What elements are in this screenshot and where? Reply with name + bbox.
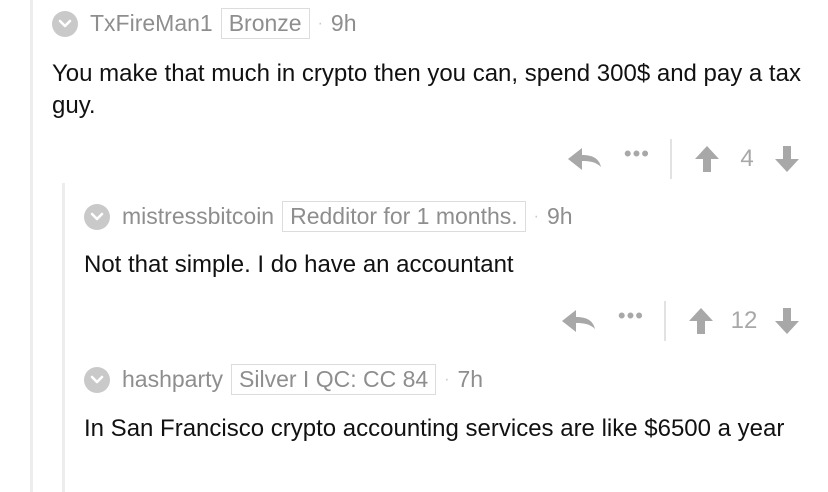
separator-dot: · (533, 207, 539, 225)
actions-divider (670, 139, 672, 179)
user-flair: Redditor for 1 months. (282, 201, 526, 232)
score: 4 (740, 145, 754, 172)
user-flair: Silver I QC: CC 84 (231, 364, 437, 395)
collapse-chevron-icon[interactable] (84, 203, 110, 230)
actions-divider (664, 301, 666, 341)
comment-body: In San Francisco crypto accounting servi… (84, 415, 785, 442)
thread-line-nested (62, 183, 65, 492)
username[interactable]: TxFireMan1 (90, 10, 213, 37)
comment-meta: TxFireMan1 Bronze · 9h (52, 8, 357, 39)
comment-meta: hashparty Silver I QC: CC 84 · 7h (84, 364, 483, 395)
reply-icon[interactable] (567, 146, 602, 172)
comment-actions: ••• 4 (567, 137, 800, 181)
comment-meta: mistressbitcoin Redditor for 1 months. ·… (84, 201, 573, 232)
thread-line-root (30, 0, 33, 492)
collapse-chevron-icon[interactable] (52, 10, 78, 37)
comment-actions: ••• 12 (561, 299, 800, 343)
score: 12 (730, 307, 758, 334)
collapse-chevron-icon[interactable] (84, 366, 110, 393)
username[interactable]: mistressbitcoin (122, 203, 274, 230)
downvote-icon[interactable] (774, 307, 800, 335)
separator-dot: · (317, 14, 323, 32)
timestamp: 9h (547, 203, 573, 229)
upvote-icon[interactable] (688, 307, 714, 335)
timestamp: 9h (330, 10, 357, 36)
reply-icon[interactable] (561, 308, 596, 334)
comment-body: Not that simple. I do have an accountant (84, 251, 514, 278)
upvote-icon[interactable] (694, 145, 720, 173)
user-flair: Bronze (220, 8, 310, 39)
more-icon[interactable]: ••• (624, 143, 650, 165)
separator-dot: · (444, 370, 450, 388)
downvote-icon[interactable] (774, 145, 800, 173)
username[interactable]: hashparty (122, 366, 223, 393)
timestamp: 7h (457, 366, 484, 392)
comment-body: You make that much in crypto then you ca… (52, 60, 801, 119)
more-icon[interactable]: ••• (618, 305, 644, 327)
